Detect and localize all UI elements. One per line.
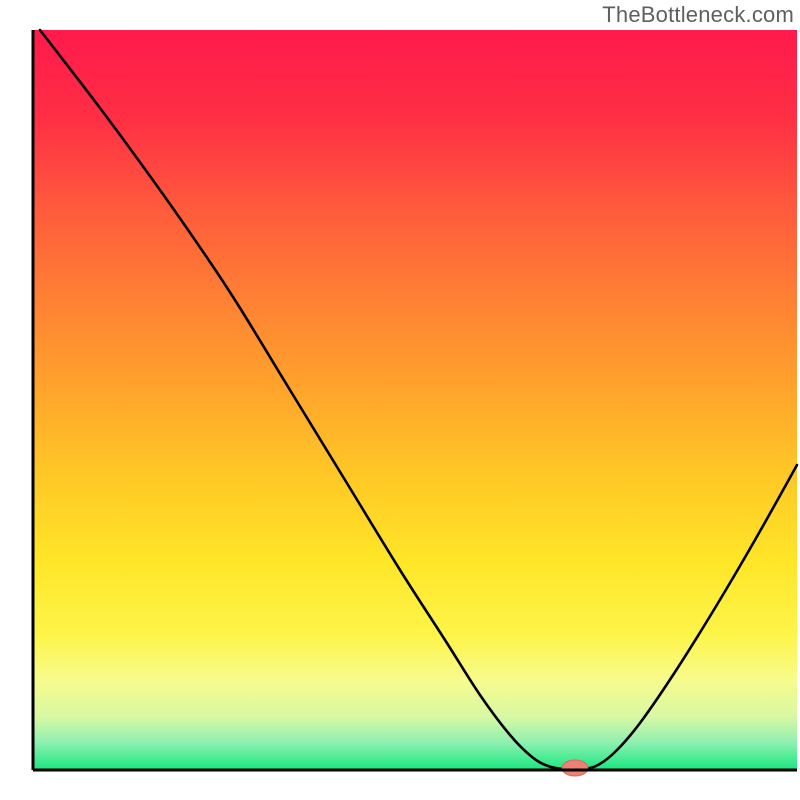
plot-background [35,30,798,769]
watermark-text: TheBottleneck.com [602,2,794,28]
optimal-marker [562,760,588,776]
chart-stage: TheBottleneck.com [0,0,800,800]
bottleneck-plot [0,0,800,800]
